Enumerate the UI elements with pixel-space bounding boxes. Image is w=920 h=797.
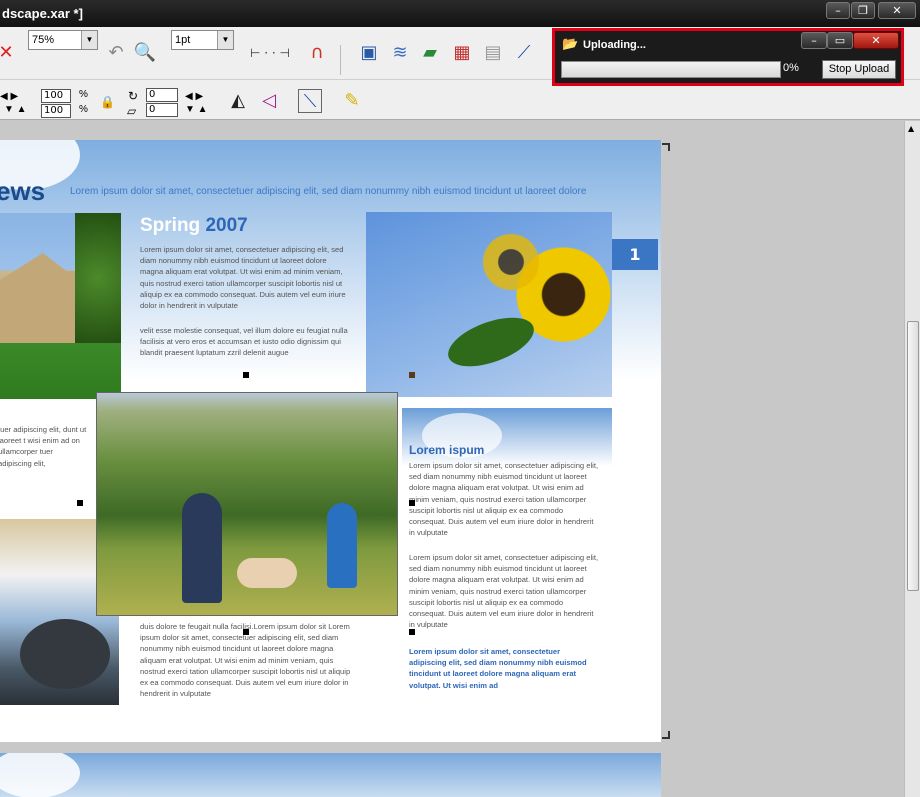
lock-aspect-icon[interactable]: 🔒: [100, 95, 115, 109]
upload-dialog: 📂 Uploading... – ▭ ✕ 0% Stop Upload: [552, 28, 904, 86]
toolbar-divider: [340, 45, 341, 75]
frames-icon[interactable]: ▤: [481, 41, 505, 65]
upload-close-button[interactable]: ✕: [853, 32, 899, 49]
right-paragraph-2: Lorem ipsum dolor sit amet, consectetuer…: [409, 553, 599, 630]
child-shape: [327, 503, 357, 588]
skew-field[interactable]: 0: [146, 103, 178, 117]
vertical-scrollbar[interactable]: ▲: [904, 121, 920, 797]
spring-paragraph-2: velit esse molestie consequat, vel illum…: [140, 326, 348, 358]
percent-icon-2: %: [79, 104, 88, 115]
page-corner-mark: [662, 143, 670, 151]
rotate-icon[interactable]: ↻: [128, 89, 138, 103]
bitmap-icon[interactable]: ▰: [418, 41, 442, 65]
height-pct-field[interactable]: 100: [41, 104, 71, 118]
lorem-heading: Lorem ispum: [409, 443, 485, 457]
document-page[interactable]: ews Lorem ipsum dolor sit amet, consecte…: [0, 140, 661, 742]
upload-minimize-button[interactable]: –: [801, 32, 827, 49]
stop-upload-button[interactable]: Stop Upload: [822, 60, 896, 79]
line-width-select[interactable]: 1pt ▼: [171, 30, 234, 50]
headline: ews: [0, 176, 46, 206]
folder-icon: 📂: [562, 37, 579, 52]
line-style-icon[interactable]: ⊢ · · ⊣: [248, 41, 292, 65]
scroll-thumb[interactable]: [907, 321, 919, 591]
right-paragraph-1: Lorem ipsum dolor sit amet, consectetuer…: [409, 461, 599, 538]
title-bar: dscape.xar *] – ❐ ✕: [0, 0, 920, 27]
colors-icon[interactable]: ▦: [450, 41, 474, 65]
house-photo[interactable]: [0, 213, 121, 399]
tree-shape: [75, 213, 121, 343]
sky-strip: [402, 408, 612, 466]
right-paragraph-3: Lorem ipsum dolor sit amet, consectetuer…: [409, 647, 587, 690]
sunflower-shape-2: [476, 227, 546, 297]
flip-vertical-icon[interactable]: ◁: [257, 89, 281, 113]
family-photo[interactable]: [96, 392, 398, 616]
layers-icon[interactable]: ≋: [388, 41, 412, 65]
minimize-button[interactable]: –: [826, 2, 850, 19]
selection-handle[interactable]: [243, 629, 249, 635]
nudge-arrows-icon[interactable]: ◀ ▶: [0, 91, 18, 102]
skew-arrows-icon[interactable]: ▼ ▲: [185, 104, 208, 115]
line-arrow-icon[interactable]: ⟍: [298, 89, 322, 113]
upload-title: Uploading...: [583, 39, 646, 51]
scroll-up-icon[interactable]: ▲: [908, 124, 914, 133]
line-width-value: 1pt: [175, 34, 191, 46]
rotate-arrows-icon[interactable]: ◀ ▶: [185, 91, 203, 102]
selection-handle[interactable]: [243, 372, 249, 378]
upload-percent: 0%: [783, 62, 799, 74]
page-number-badge: 1: [612, 239, 658, 270]
picnic-shape: [237, 558, 297, 588]
page-icon[interactable]: ▣: [357, 41, 381, 65]
selection-handle[interactable]: [409, 500, 415, 506]
spring-word: Spring: [140, 215, 201, 236]
restore-button[interactable]: ❐: [851, 2, 875, 19]
snap-magnet-icon[interactable]: ∩: [305, 41, 329, 65]
tagline: Lorem ipsum dolor sit amet, consectetuer…: [70, 186, 587, 197]
chevron-down-icon[interactable]: ▼: [217, 31, 233, 49]
upload-progress-bar: [561, 61, 781, 78]
close-button[interactable]: ✕: [878, 2, 916, 19]
cancel-x-icon[interactable]: ✕: [0, 41, 18, 65]
zoom-tool-icon[interactable]: 🔍: [133, 41, 157, 65]
selection-handle[interactable]: [77, 500, 83, 506]
width-pct-field[interactable]: 100: [41, 89, 71, 103]
rotation-field[interactable]: 0: [146, 88, 178, 102]
upload-maximize-button[interactable]: ▭: [827, 32, 853, 49]
next-page-preview[interactable]: [0, 753, 661, 797]
chevron-down-icon[interactable]: ▼: [81, 31, 97, 49]
zoom-select[interactable]: 75% ▼: [28, 30, 98, 50]
skew-icon[interactable]: ▱: [127, 104, 136, 118]
undo-zoom-icon[interactable]: ↶: [104, 41, 128, 65]
cloud-shape: [0, 753, 80, 797]
selection-handle[interactable]: [409, 372, 415, 378]
pencil-icon[interactable]: ✎: [340, 89, 364, 113]
flip-horizontal-icon[interactable]: ◭: [226, 89, 250, 113]
sunflower-photo[interactable]: [366, 212, 612, 397]
line-tool-icon[interactable]: ⟋: [512, 41, 536, 65]
spring-paragraph-1: Lorem ipsum dolor sit amet, consectetuer…: [140, 245, 346, 311]
spring-year: 2007: [205, 215, 248, 236]
spring-title: Spring 2007: [140, 215, 248, 237]
page-corner-mark: [662, 731, 670, 739]
zoom-value: 75%: [32, 34, 55, 46]
percent-icon: %: [79, 89, 88, 100]
window-title: dscape.xar *]: [2, 6, 83, 21]
person-shape: [182, 493, 222, 603]
selection-handle[interactable]: [409, 629, 415, 635]
nudge-arrows-icon-2[interactable]: ▼ ▲: [4, 104, 27, 115]
rock-shape: [20, 619, 110, 689]
left-paragraph: tuer adipiscing elit, dunt ut laoreet t …: [0, 425, 87, 468]
